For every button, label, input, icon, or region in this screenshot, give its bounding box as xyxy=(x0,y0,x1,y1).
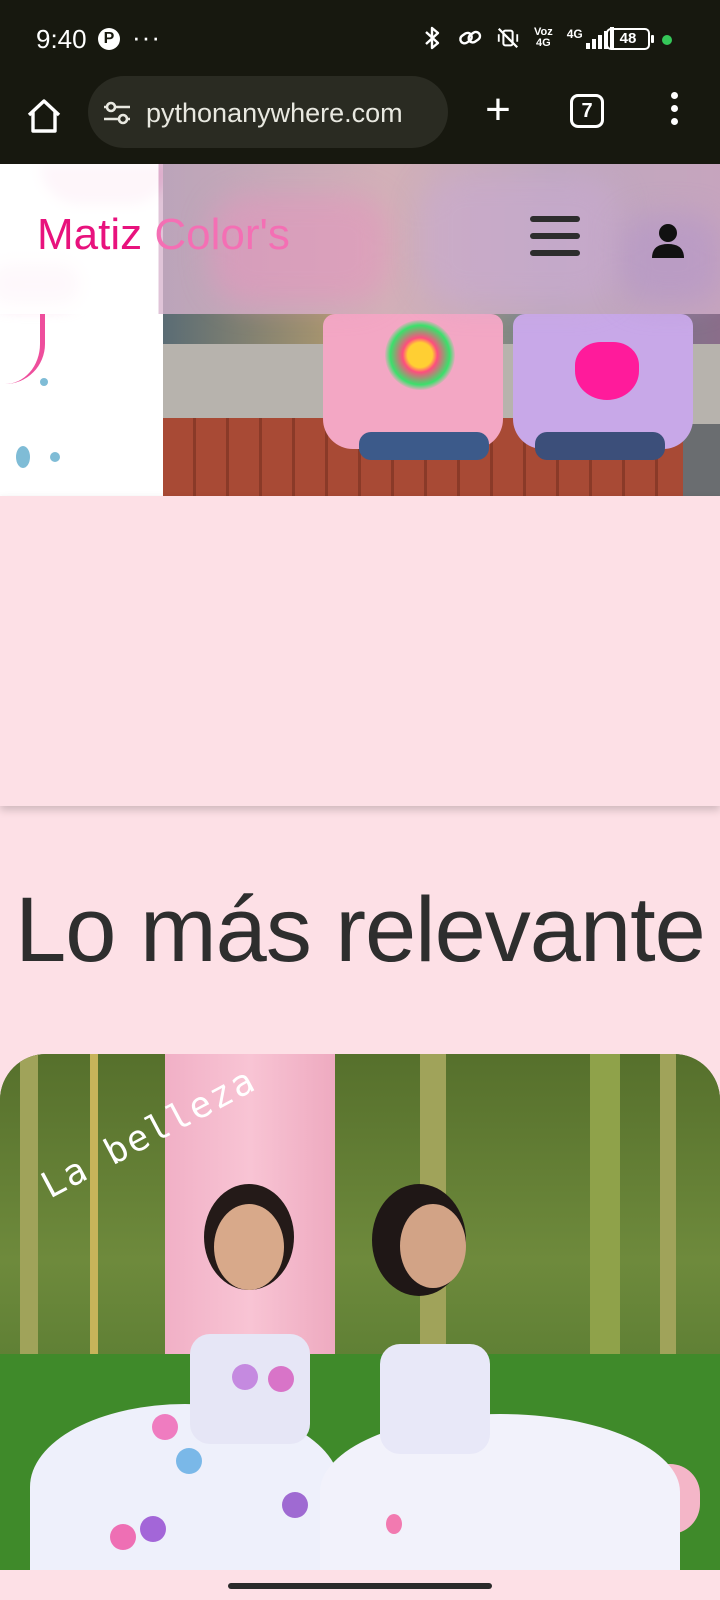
promo-placeholder xyxy=(0,496,720,806)
lte-label: 4G xyxy=(566,27,583,41)
site-settings-icon[interactable] xyxy=(102,100,132,126)
section-title: Lo más relevante xyxy=(15,879,706,981)
status-bar: 9:40 P ··· Voz 4G 4G 48 xyxy=(0,0,720,74)
link-icon xyxy=(459,30,482,45)
battery-icon: 48 xyxy=(606,28,654,50)
address-bar[interactable]: pythonanywhere.com xyxy=(88,76,448,148)
logo-word-colors: Color's xyxy=(154,210,290,259)
vibrate-off-icon xyxy=(497,27,519,49)
gesture-home-bar[interactable] xyxy=(228,1583,492,1589)
hero-banner: Matiz Color's xyxy=(0,164,720,496)
home-icon[interactable] xyxy=(24,96,64,136)
bluetooth-icon xyxy=(425,26,440,50)
more-vert-icon[interactable] xyxy=(664,92,684,132)
tabs-button[interactable]: 7 xyxy=(570,94,604,128)
logo-word-matiz: Matiz xyxy=(37,210,143,259)
featured-photo[interactable]: La belleza xyxy=(0,1054,720,1570)
network-label-bottom: 4G xyxy=(536,37,551,49)
status-time: 9:40 xyxy=(36,24,87,54)
network-type: Voz 4G xyxy=(534,27,553,49)
site-logo[interactable]: Matiz Color's xyxy=(37,210,290,260)
more-notifications-icon: ··· xyxy=(132,22,161,52)
browser-toolbar: pythonanywhere.com + 7 xyxy=(0,74,720,164)
hamburger-menu-icon[interactable] xyxy=(530,216,580,258)
new-tab-button[interactable]: + xyxy=(478,88,518,132)
url-text[interactable]: pythonanywhere.com xyxy=(146,98,403,129)
system-icons: Voz 4G 4G xyxy=(420,22,614,54)
user-account-icon[interactable] xyxy=(650,222,686,260)
privacy-indicator xyxy=(662,35,672,45)
pinterest-icon: P xyxy=(98,28,120,50)
